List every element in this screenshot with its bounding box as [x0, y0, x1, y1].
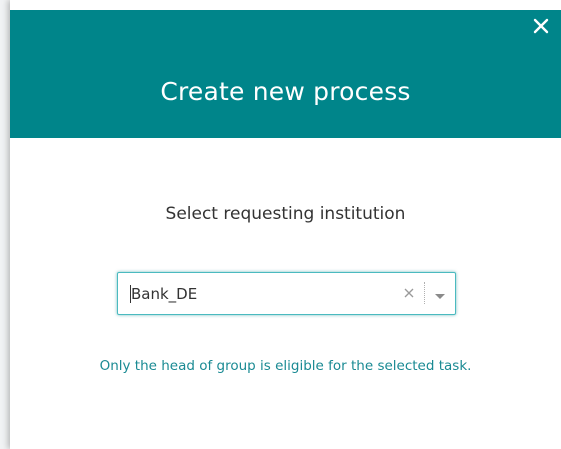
close-icon: [533, 18, 549, 34]
eligibility-notice: Only the head of group is eligible for t…: [99, 358, 472, 374]
close-button[interactable]: [531, 16, 551, 36]
create-process-dialog: Create new process Select requesting ins…: [10, 0, 561, 449]
select-institution-prompt: Select requesting institution: [165, 204, 406, 224]
chevron-down-icon[interactable]: [434, 288, 446, 300]
dialog-title: Create new process: [160, 77, 411, 106]
select-separator: [424, 282, 425, 304]
clear-icon[interactable]: [401, 285, 417, 301]
institution-select-value: Bank_DE: [131, 285, 198, 303]
institution-select[interactable]: Bank_DE: [117, 272, 456, 315]
dialog-header: Create new process: [10, 10, 561, 138]
